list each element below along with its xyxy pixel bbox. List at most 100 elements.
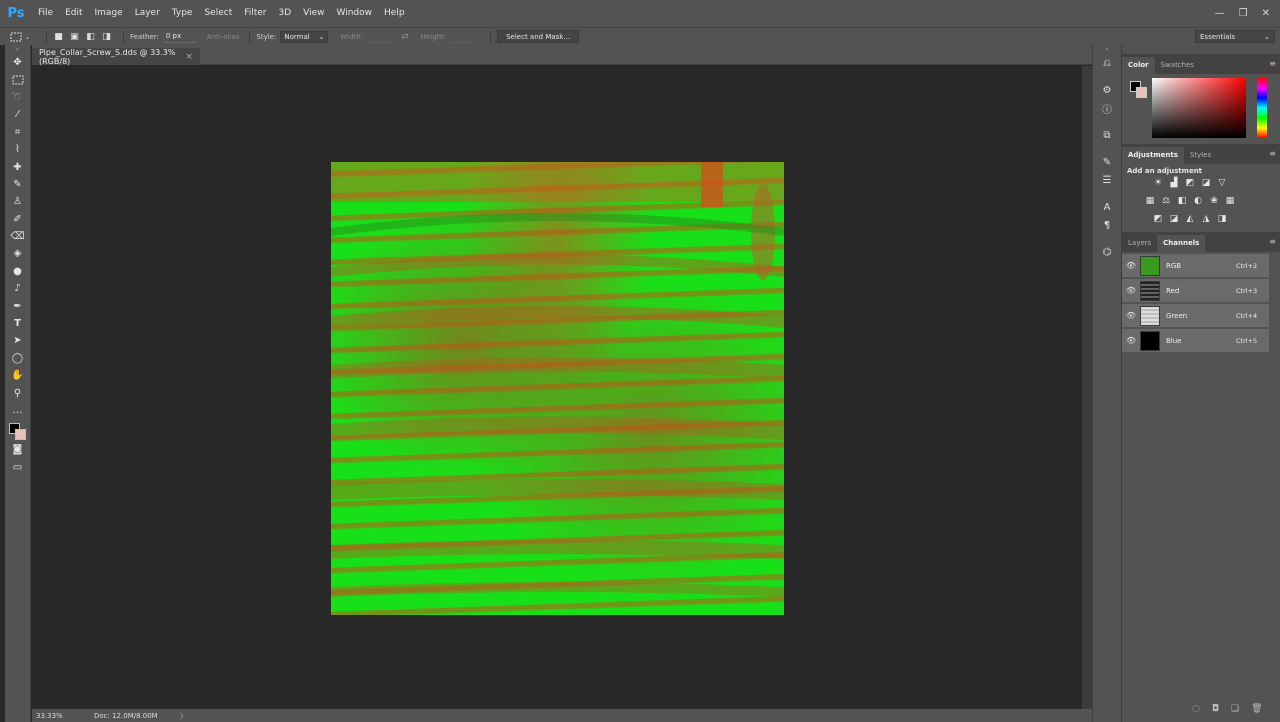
hue-slider[interactable] (1257, 78, 1267, 138)
quick-mask-icon[interactable]: ◙ (5, 441, 30, 458)
history-brush-icon[interactable]: ✐ (5, 211, 30, 228)
intersect-selection-icon[interactable]: ◨ (101, 31, 112, 42)
clone-stamp-icon[interactable]: ♙ (5, 193, 30, 210)
ellipse-icon[interactable]: ◯ (5, 350, 30, 367)
tab-swatches[interactable]: Swatches (1155, 57, 1200, 74)
path-selection-icon[interactable]: ➤ (5, 332, 30, 349)
channel-mixer-icon[interactable]: ❀ (1208, 195, 1220, 207)
magic-wand-icon[interactable]: ⁄ (5, 106, 30, 123)
channel-row-blue[interactable]: 👁 Blue Ctrl+5 (1122, 329, 1269, 353)
dodge-icon[interactable]: ♪ (5, 280, 30, 297)
load-selection-icon[interactable]: ◌ (1192, 704, 1200, 714)
visibility-eye-icon[interactable]: 👁 (1124, 261, 1138, 270)
clone-source-panel-icon[interactable]: ⧉ (1093, 126, 1121, 144)
levels-icon[interactable]: ▟ (1168, 177, 1180, 189)
menu-window[interactable]: Window (331, 0, 379, 27)
menu-help[interactable]: Help (378, 0, 411, 27)
zoom-icon[interactable]: ⚲ (5, 384, 30, 401)
panel-background-swatch[interactable] (1136, 87, 1147, 98)
channel-row-red[interactable]: 👁 Red Ctrl+3 (1122, 279, 1269, 303)
workspace-select[interactable]: Essentials ⌄ (1195, 30, 1275, 43)
color-balance-icon[interactable]: ⚖ (1160, 195, 1172, 207)
tab-color[interactable]: Color (1122, 57, 1155, 74)
curves-icon[interactable]: ◩ (1184, 177, 1196, 189)
strip-collapse-icon[interactable]: « (1093, 45, 1121, 54)
more-tools-icon[interactable]: … (5, 402, 30, 419)
properties-panel-icon[interactable]: ⚙ (1093, 81, 1121, 99)
move-icon[interactable]: ✥ (5, 54, 30, 71)
visibility-eye-icon[interactable]: 👁 (1124, 286, 1138, 295)
swap-icon[interactable]: ⇄ (401, 32, 409, 42)
panel-color-swatches[interactable] (1130, 81, 1150, 101)
new-selection-icon[interactable]: ■ (53, 31, 64, 42)
menu-select[interactable]: Select (198, 0, 238, 27)
tool-preset-picker[interactable]: ⌄ (0, 28, 40, 46)
brush-panel-icon[interactable]: ✎ (1093, 153, 1121, 171)
gradient-map-icon[interactable]: ◨ (1216, 213, 1228, 225)
menu-edit[interactable]: Edit (59, 0, 88, 27)
panel-menu-icon[interactable]: ≡ (1269, 149, 1276, 158)
menu-filter[interactable]: Filter (238, 0, 272, 27)
posterize-icon[interactable]: ◪ (1168, 213, 1180, 225)
restore-button[interactable]: ❐ (1239, 8, 1248, 19)
screen-mode-icon[interactable]: ▭ (5, 459, 30, 476)
brightness-icon[interactable]: ☀ (1152, 177, 1164, 189)
tab-adjustments[interactable]: Adjustments (1122, 147, 1184, 164)
brush-icon[interactable]: ✎ (5, 176, 30, 193)
tab-channels[interactable]: Channels (1157, 235, 1206, 252)
photo-filter-icon[interactable]: ◐ (1192, 195, 1204, 207)
document-image[interactable] (331, 162, 784, 615)
black-white-icon[interactable]: ◧ (1176, 195, 1188, 207)
antialias-checkbox[interactable]: Anti-alias (207, 33, 240, 41)
brush-presets-icon[interactable]: ☰ (1093, 171, 1121, 189)
add-selection-icon[interactable]: ▣ (69, 31, 80, 42)
subtract-selection-icon[interactable]: ◧ (85, 31, 96, 42)
delete-channel-icon[interactable]: 🗑 (1251, 704, 1262, 714)
save-selection-icon[interactable]: ◘ (1212, 704, 1219, 714)
canvas-area[interactable] (32, 66, 1082, 709)
lasso-icon[interactable]: ➰ (5, 89, 30, 106)
style-select[interactable]: Normal ⌄ (280, 30, 329, 43)
feather-input[interactable]: 0 px (162, 30, 197, 43)
selective-color-icon[interactable]: ◮ (1200, 213, 1212, 225)
visibility-eye-icon[interactable]: 👁 (1124, 336, 1138, 345)
history-panel-icon[interactable]: ⎌ (1093, 54, 1121, 72)
color-picker-field[interactable] (1152, 78, 1246, 138)
pen-icon[interactable]: ✒ (5, 297, 30, 314)
menu-file[interactable]: File (32, 0, 59, 27)
info-panel-icon[interactable]: ⓘ (1093, 99, 1121, 117)
menu-type[interactable]: Type (166, 0, 199, 27)
toolbar-collapse-icon[interactable]: » (5, 45, 30, 54)
width-input[interactable] (367, 30, 392, 43)
vertical-scrollbar[interactable] (1082, 66, 1092, 709)
minimize-button[interactable]: — (1215, 8, 1225, 19)
menu-view[interactable]: View (297, 0, 330, 27)
eyedropper-icon[interactable]: ⌇ (5, 141, 30, 158)
select-and-mask-button[interactable]: Select and Mask... (497, 30, 580, 43)
color-lookup-icon[interactable]: ▦ (1224, 195, 1236, 207)
eraser-icon[interactable]: ⌫ (5, 228, 30, 245)
hand-icon[interactable]: ✋ (5, 367, 30, 384)
paragraph-panel-icon[interactable]: ¶ (1093, 216, 1121, 234)
close-button[interactable]: ✕ (1262, 8, 1270, 19)
visibility-eye-icon[interactable]: 👁 (1124, 311, 1138, 320)
crop-icon[interactable]: ⌗ (5, 124, 30, 141)
background-color-swatch[interactable] (15, 429, 26, 441)
menu-image[interactable]: Image (89, 0, 129, 27)
menu-3d[interactable]: 3D (273, 0, 298, 27)
panel-menu-icon[interactable]: ≡ (1269, 237, 1276, 246)
vibrance-icon[interactable]: ▽ (1216, 177, 1228, 189)
blur-icon[interactable]: ● (5, 263, 30, 280)
exposure-icon[interactable]: ◪ (1200, 177, 1212, 189)
menu-layer[interactable]: Layer (129, 0, 166, 27)
marquee-icon[interactable] (5, 71, 30, 88)
status-menu-arrow[interactable]: 〉 (180, 711, 187, 721)
hue-saturation-icon[interactable]: ▦ (1144, 195, 1156, 207)
color-swatches[interactable] (5, 419, 30, 441)
zoom-level-input[interactable]: 33.33% (32, 712, 72, 720)
tab-layers[interactable]: Layers (1122, 235, 1157, 252)
character-panel-icon[interactable]: A (1093, 198, 1121, 216)
channel-row-rgb[interactable]: 👁 RGB Ctrl+2 (1122, 254, 1269, 278)
invert-icon[interactable]: ◩ (1152, 213, 1164, 225)
new-channel-icon[interactable]: ❏ (1231, 704, 1239, 714)
